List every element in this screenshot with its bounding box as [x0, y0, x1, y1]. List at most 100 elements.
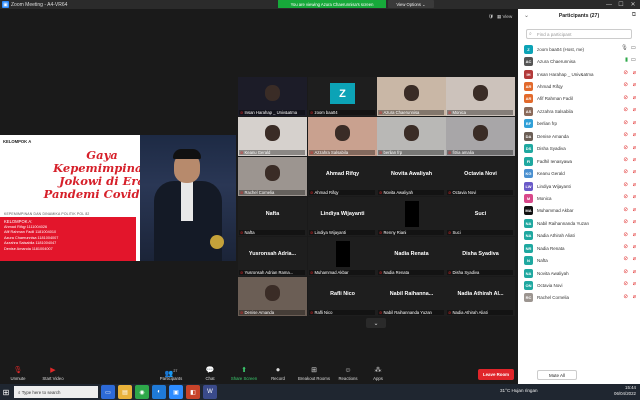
windows-start-icon[interactable]: ⊞	[0, 384, 12, 400]
participant-video-tile[interactable]: Z ⊘zoom baa04	[308, 77, 377, 116]
participant-video-tile[interactable]: Novita Awaliyah ⊘Novita Awaliyah	[377, 157, 446, 196]
muted-mic-icon: ⊘	[623, 206, 628, 213]
panel-popout-icon[interactable]: ⧉	[632, 12, 636, 19]
participant-video-tile[interactable]: ⊘Monica	[446, 77, 515, 116]
view-options-button[interactable]: View Options ⌄	[388, 0, 434, 8]
muted-mic-icon: ⊘	[623, 156, 628, 163]
file-explorer-icon[interactable]: ▤	[118, 385, 132, 399]
participant-list-item[interactable]: ON Octavia Novi ⊘ ⌀	[524, 279, 638, 291]
office-icon[interactable]: ◧	[186, 385, 200, 399]
participant-video-tile[interactable]: Nafta ⊘Nafta	[238, 197, 307, 236]
muted-mic-icon: ⊘	[379, 110, 383, 115]
security-shield-icon: 🛡	[488, 14, 494, 19]
word-icon[interactable]: W	[203, 385, 217, 399]
tile-name-label: ⊘Novita Awaliyah	[378, 190, 444, 195]
weather-widget[interactable]: 31°C Hujan ringan	[500, 388, 538, 393]
task-view-icon[interactable]: ▭	[101, 385, 115, 399]
participant-video-tile[interactable]: Suci ⊘Suci	[446, 197, 515, 236]
participant-video-tile[interactable]: ⊘Rachel Cornelia	[238, 157, 307, 196]
tile-name-label: ⊘Insan Harahap _ Univ&atma	[239, 110, 305, 115]
participant-name: Novita Awaliyah	[537, 270, 569, 276]
tile-display-name: Disha Syadiva	[462, 251, 499, 257]
leave-room-button[interactable]: Leave Room	[478, 369, 514, 380]
participant-list-item[interactable]: BF berlian frp ⊘ ⌀	[524, 118, 638, 130]
participant-video-tile[interactable]: Nadia Renata ⊘Nadia Renata	[377, 237, 446, 276]
participant-list-item[interactable]: NA Nabil Raihannanda Yuzan ⊘ ⌀	[524, 217, 638, 229]
tile-label-text: fitria amalia	[452, 150, 474, 155]
video-off-icon: ⌀	[632, 244, 636, 250]
participant-video-tile[interactable]: Rafli Nico ⊘Rafli Nico	[308, 277, 377, 316]
participant-list-item[interactable]: KG Keanu Gerald ⊘ ⌀	[524, 167, 638, 179]
participant-video-tile[interactable]: Octavia Novi ⊘Octavia Novi	[446, 157, 515, 196]
muted-mic-icon: ⊘	[379, 270, 383, 275]
participant-list-item[interactable]: MA Muhammad Akbar ⊘ ⌀	[524, 205, 638, 217]
participant-list-item[interactable]: AC Azura Chaerunnisa ▮ ▭	[524, 55, 638, 67]
participant-list-item[interactable]: NA Novita Awaliyah ⊘ ⌀	[524, 267, 638, 279]
participant-video-tile[interactable]: Disha Syadiva ⊘Disha Syadiva	[446, 237, 515, 276]
participant-video-tile[interactable]: Lindiya Wijayanti ⊘Lindiya Wijayanti	[308, 197, 377, 236]
mute-all-button[interactable]: Mute All	[537, 370, 577, 380]
participant-video-tile[interactable]: Yusronsah Adria... ⊘Yusronsah Adrian Rama…	[238, 237, 307, 276]
tile-display-name: Nabil Raihanna...	[389, 291, 434, 297]
taskbar-search-input[interactable]: ⌕ Type here to search	[14, 386, 98, 398]
participant-list-item[interactable]: RC Rachel Cornelia ⊘ ⌀	[524, 292, 638, 304]
participants-button[interactable]: 👥27 Participants	[151, 366, 191, 381]
participant-search-input[interactable]: ⌕ Find a participant	[526, 29, 632, 39]
avatar: NR	[524, 243, 533, 253]
participant-list-item[interactable]: M Monica ⊘ ⌀	[524, 192, 638, 204]
avatar: NA	[524, 218, 533, 228]
muted-mic-icon: ⊘	[310, 310, 314, 315]
participant-name: Nabil Raihannanda Yuzan	[537, 220, 589, 226]
system-clock[interactable]: 15:44 06/04/2022	[614, 385, 636, 397]
participant-video-tile[interactable]: ⊘Keanu Gerald	[238, 117, 307, 156]
participant-video-tile[interactable]: Ahmad Rifqy ⊘Ahmad Rifqy	[308, 157, 377, 196]
start-video-button[interactable]: ▶ Start Video	[33, 366, 73, 381]
tile-display-name: Octavia Novi	[464, 171, 497, 177]
participant-video-tile[interactable]: ⊘Azura Chaerunnisa	[377, 77, 446, 116]
tile-display-name: Novita Awaliyah	[390, 171, 433, 177]
chrome-icon[interactable]: ◉	[135, 385, 149, 399]
participant-list-item[interactable]: LW Lindiya Wijayanti ⊘ ⌀	[524, 180, 638, 192]
participant-list-item[interactable]: N Nafta ⊘ ⌀	[524, 254, 638, 266]
tile-label-text: Nadia Athirah Aliati	[452, 310, 488, 315]
participant-list-item[interactable]: DA Denise Amanda ⊘ ⌀	[524, 130, 638, 142]
participant-list-item[interactable]: AR Ahmad Rifqy ⊘ ⌀	[524, 80, 638, 92]
edge-icon[interactable]: ◐	[152, 385, 166, 399]
participant-video-tile[interactable]: ⊘Muhammad Akbar	[308, 237, 377, 276]
minimize-icon[interactable]: —	[604, 0, 614, 9]
view-button[interactable]: ▦ View	[497, 14, 512, 20]
tile-label-text: Disha Syadiva	[452, 270, 480, 275]
participant-list-item[interactable]: Zzoom baa04 (Host, me) 🎙 ▭	[524, 43, 638, 55]
apps-button[interactable]: ⁂ Apps	[358, 366, 398, 381]
tile-display-name: Nadia Athirah Al...	[457, 291, 504, 297]
participant-list-item[interactable]: AR Afif Rahman Fadil ⊘ ⌀	[524, 93, 638, 105]
close-icon[interactable]: ✕	[628, 0, 638, 9]
participant-list-item[interactable]: AS Azzahra Salsabila ⊘ ⌀	[524, 105, 638, 117]
participant-name: Azzahra Salsabila	[537, 108, 574, 114]
tile-label-text: Rachel Cornelia	[244, 190, 275, 195]
zoom-taskbar-icon[interactable]: ▣	[169, 385, 183, 399]
participant-video-tile[interactable]: ⊘Renny Riani	[377, 197, 446, 236]
participant-video-tile[interactable]: ⊘Insan Harahap _ Univ&atma	[238, 77, 307, 116]
participants-title: Participants (27)	[558, 13, 600, 19]
participant-list-item[interactable]: NA Nadia Athirah Aliati ⊘ ⌀	[524, 230, 638, 242]
participant-video-tile[interactable]: ⊘fitria amalia	[446, 117, 515, 156]
participant-video-tile[interactable]: ⊘Denise Amanda	[238, 277, 307, 316]
gallery-expand-button[interactable]: ⌄	[366, 318, 386, 328]
record-icon: ⏺	[276, 367, 280, 374]
avatar: KG	[524, 169, 533, 179]
participant-video-tile[interactable]: ⊘berlian frp	[377, 117, 446, 156]
participant-list-item[interactable]: IH Insan Harahap _ Univ&atma ⊘ ⌀	[524, 68, 638, 80]
muted-mic-icon: ⊘	[623, 181, 628, 188]
video-camera-icon: ▭	[630, 45, 636, 51]
participant-video-tile[interactable]: ⊘Azzahra Salsabila	[308, 117, 377, 156]
participant-list-item[interactable]: DS Disha Syadiva ⊘ ⌀	[524, 143, 638, 155]
record-button[interactable]: ⏺ Record	[258, 366, 298, 381]
maximize-icon[interactable]: ☐	[616, 0, 626, 9]
participant-name: Ahmad Rifqy	[537, 84, 563, 90]
participant-video-tile[interactable]: Nadia Athirah Al... ⊘Nadia Athirah Aliati	[446, 277, 515, 316]
participant-video-tile[interactable]: Nabil Raihanna... ⊘Nabil Raihannanda Yuza…	[377, 277, 446, 316]
avatar: AR	[524, 82, 533, 92]
participant-list-item[interactable]: FI Fadhil Ienasyawa ⊘ ⌀	[524, 155, 638, 167]
participant-list-item[interactable]: NR Nadia Renata ⊘ ⌀	[524, 242, 638, 254]
